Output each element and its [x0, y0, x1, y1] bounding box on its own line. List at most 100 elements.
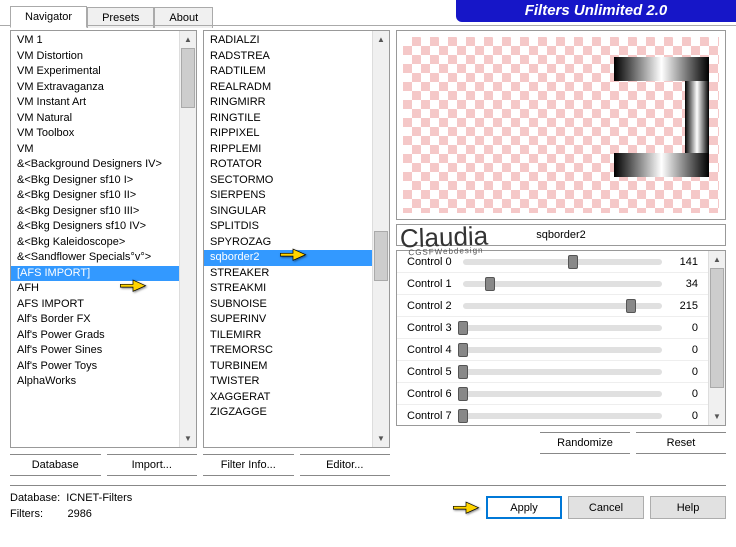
list-item[interactable]: &<Bkg Designer sf10 II>	[11, 188, 196, 204]
control-row: Control 2215	[397, 295, 708, 317]
list-item[interactable]: VM Natural	[11, 111, 196, 127]
db-label: Database:	[10, 492, 60, 504]
slider-thumb[interactable]	[458, 321, 468, 335]
list-item[interactable]: TURBINEM	[204, 359, 389, 375]
list-item[interactable]: TWISTER	[204, 374, 389, 390]
scroll-down-icon[interactable]: ▼	[373, 430, 389, 447]
control-value: 34	[668, 278, 708, 290]
list-item[interactable]: AlphaWorks	[11, 374, 196, 390]
list-item[interactable]: &<Sandflower Specials°v°>	[11, 250, 196, 266]
slider-thumb[interactable]	[568, 255, 578, 269]
list-item[interactable]: XAGGERAT	[204, 390, 389, 406]
control-label: Control 0	[397, 256, 457, 268]
list-item[interactable]: AFS IMPORT	[11, 297, 196, 313]
control-slider[interactable]	[463, 325, 662, 331]
list-item[interactable]: SINGULAR	[204, 204, 389, 220]
scroll-thumb[interactable]	[710, 268, 724, 388]
control-slider[interactable]	[463, 413, 662, 419]
selected-filter-name: sqborder2	[396, 224, 726, 246]
list-item[interactable]: &<Bkg Designer sf10 III>	[11, 204, 196, 220]
list-item[interactable]: Alf's Power Toys	[11, 359, 196, 375]
list-item[interactable]: VM Instant Art	[11, 95, 196, 111]
scroll-down-icon[interactable]: ▼	[180, 430, 196, 447]
slider-thumb[interactable]	[485, 277, 495, 291]
control-slider[interactable]	[463, 391, 662, 397]
database-button[interactable]: Database	[10, 454, 101, 476]
list-item[interactable]: STREAKER	[204, 266, 389, 282]
control-slider[interactable]	[463, 369, 662, 375]
help-button[interactable]: Help	[650, 496, 726, 519]
list-item[interactable]: Alf's Power Sines	[11, 343, 196, 359]
scrollbar[interactable]: ▲ ▼	[372, 31, 389, 447]
list-item[interactable]: VM 1	[11, 33, 196, 49]
list-item[interactable]: VM Extravaganza	[11, 80, 196, 96]
slider-thumb[interactable]	[458, 343, 468, 357]
scroll-up-icon[interactable]: ▲	[180, 31, 196, 48]
list-item[interactable]: AFH	[11, 281, 196, 297]
filters-count-label: Filters:	[10, 508, 43, 520]
list-item[interactable]: SIERPENS	[204, 188, 389, 204]
scrollbar[interactable]: ▲ ▼	[179, 31, 196, 447]
import-button[interactable]: Import...	[107, 454, 198, 476]
list-item[interactable]: VM Distortion	[11, 49, 196, 65]
editor-button[interactable]: Editor...	[300, 454, 391, 476]
slider-thumb[interactable]	[458, 365, 468, 379]
list-item[interactable]: RIPPLEMI	[204, 142, 389, 158]
list-item[interactable]: TILEMIRR	[204, 328, 389, 344]
slider-thumb[interactable]	[626, 299, 636, 313]
controls-panel: Control 0141Control 134Control 2215Contr…	[396, 250, 726, 426]
list-item[interactable]: RIPPIXEL	[204, 126, 389, 142]
control-slider[interactable]	[463, 303, 662, 309]
list-item[interactable]: RINGTILE	[204, 111, 389, 127]
scroll-up-icon[interactable]: ▲	[373, 31, 389, 48]
control-slider[interactable]	[463, 347, 662, 353]
filter-list[interactable]: RADIALZIRADSTREARADTILEMREALRADMRINGMIRR…	[203, 30, 390, 448]
control-row: Control 134	[397, 273, 708, 295]
control-slider[interactable]	[463, 259, 662, 265]
list-item[interactable]: &<Bkg Kaleidoscope>	[11, 235, 196, 251]
list-item[interactable]: &<Background Designers IV>	[11, 157, 196, 173]
list-item[interactable]: SUPERINV	[204, 312, 389, 328]
scroll-down-icon[interactable]: ▼	[709, 408, 725, 425]
control-slider[interactable]	[463, 281, 662, 287]
list-item[interactable]: Alf's Power Grads	[11, 328, 196, 344]
list-item[interactable]: SPYROZAG	[204, 235, 389, 251]
cancel-button[interactable]: Cancel	[568, 496, 644, 519]
list-item[interactable]: sqborder2	[204, 250, 389, 266]
scrollbar[interactable]: ▲ ▼	[708, 251, 725, 425]
list-item[interactable]: SECTORMO	[204, 173, 389, 189]
list-item[interactable]: RADSTREA	[204, 49, 389, 65]
control-label: Control 2	[397, 300, 457, 312]
reset-button[interactable]: Reset	[636, 432, 726, 454]
slider-thumb[interactable]	[458, 387, 468, 401]
list-item[interactable]: VM Experimental	[11, 64, 196, 80]
control-label: Control 7	[397, 410, 457, 422]
control-row: Control 60	[397, 383, 708, 405]
list-item[interactable]: &<Bkg Designers sf10 IV>	[11, 219, 196, 235]
scroll-up-icon[interactable]: ▲	[709, 251, 725, 268]
list-item[interactable]: STREAKMI	[204, 281, 389, 297]
filter-info-button[interactable]: Filter Info...	[203, 454, 294, 476]
list-item[interactable]: RADIALZI	[204, 33, 389, 49]
list-item[interactable]: REALRADM	[204, 80, 389, 96]
scroll-thumb[interactable]	[181, 48, 195, 108]
list-item[interactable]: TREMORSC	[204, 343, 389, 359]
control-value: 0	[668, 366, 708, 378]
list-item[interactable]: [AFS IMPORT]	[11, 266, 196, 282]
list-item[interactable]: RINGMIRR	[204, 95, 389, 111]
list-item[interactable]: &<Bkg Designer sf10 I>	[11, 173, 196, 189]
category-list[interactable]: VM 1VM DistortionVM ExperimentalVM Extra…	[10, 30, 197, 448]
list-item[interactable]: SPLITDIS	[204, 219, 389, 235]
tab-navigator[interactable]: Navigator	[10, 6, 87, 28]
slider-thumb[interactable]	[458, 409, 468, 423]
list-item[interactable]: VM Toolbox	[11, 126, 196, 142]
list-item[interactable]: Alf's Border FX	[11, 312, 196, 328]
scroll-thumb[interactable]	[374, 231, 388, 281]
list-item[interactable]: ZIGZAGGE	[204, 405, 389, 421]
randomize-button[interactable]: Randomize	[540, 432, 630, 454]
apply-button[interactable]: Apply	[486, 496, 562, 519]
list-item[interactable]: SUBNOISE	[204, 297, 389, 313]
list-item[interactable]: ROTATOR	[204, 157, 389, 173]
list-item[interactable]: VM	[11, 142, 196, 158]
list-item[interactable]: RADTILEM	[204, 64, 389, 80]
